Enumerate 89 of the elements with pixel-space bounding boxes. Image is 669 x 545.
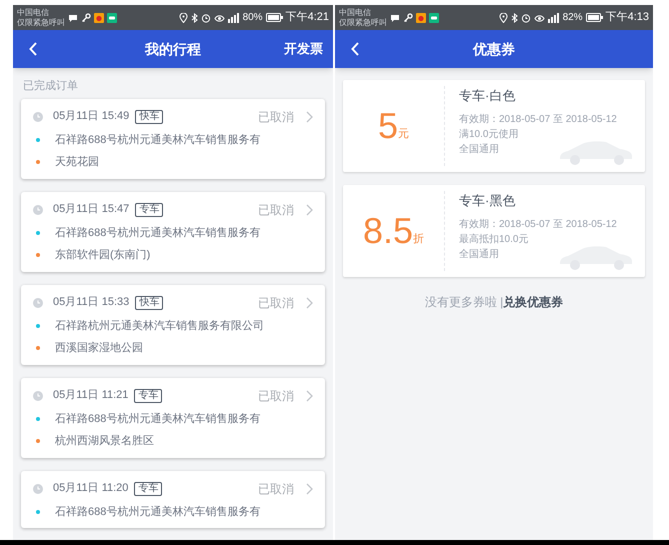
carrier-note: 仅限紧急呼叫 [17, 18, 65, 28]
chevron-right-icon [306, 296, 313, 308]
service-tag: 专车 [134, 388, 162, 402]
key-icon [403, 12, 413, 22]
coupon-amount: 8.5 [362, 213, 414, 249]
clock-icon [33, 112, 43, 122]
coupon-condition: 满10.0元使用 [459, 128, 520, 142]
coupon-card[interactable]: 8.5折 专车·黑色 有效期：2018-05-07 至 2018-05-12 最高抵扣10.0元 全国通用 [343, 185, 645, 277]
battery-icon [266, 13, 283, 22]
app-icon [416, 12, 426, 22]
coupon-scope: 全国通用 [459, 142, 500, 156]
service-tag: 专车 [135, 202, 164, 216]
order-card[interactable]: 05月11日 11:21 专车 已取消 石祥路688号杭州元通美林汽车销售服务有 杭州西湖风景名胜区 [21, 378, 325, 458]
order-card[interactable]: 05月11日 15:49 快车 已取消 石祥路688号杭州元通美林汽车销售服务有 天苑花园 [21, 98, 325, 178]
coupon-amount: 5 [378, 108, 398, 144]
coupon-unit: 元 [398, 126, 410, 142]
eye-icon [534, 12, 545, 22]
bluetooth-icon [510, 12, 518, 22]
order-status: 已取消 [258, 202, 294, 218]
coupon-validity: 有效期：2018-05-07 至 2018-05-12 [459, 112, 618, 126]
chevron-right-icon [306, 390, 313, 402]
order-time: 05月11日 11:21 [53, 388, 128, 404]
app-icon [429, 12, 439, 22]
chevron-right-icon [306, 204, 313, 216]
dropoff-address: 西溪国家湿地公园 [55, 340, 143, 356]
signal-icon [548, 12, 560, 22]
order-card[interactable]: 05月11日 15:47 专车 已取消 石祥路688号杭州元通美林汽车销售服务有 东部软件园(东南门) [21, 192, 325, 272]
dropoff-address: 天苑花园 [55, 155, 99, 170]
coupon-validity: 有效期：2018-05-07 至 2018-05-12 [459, 218, 618, 232]
invoice-button[interactable]: 开发票 [284, 39, 323, 59]
carrier-name: 中国电信 [17, 8, 50, 18]
clock-icon [33, 204, 43, 214]
alarm-icon [520, 12, 531, 22]
order-card[interactable]: 05月11日 11:20 专车 已取消 石祥路688号杭州元通美林汽车销售服务有 [21, 470, 325, 528]
back-icon [351, 42, 359, 56]
battery-icon [586, 13, 603, 22]
coupon-condition: 最高抵扣10.0元 [459, 232, 530, 246]
page-title: 优惠券 [473, 40, 515, 58]
message-icon [68, 12, 78, 22]
app-icon [94, 12, 104, 22]
order-time: 05月11日 15:47 [53, 202, 130, 218]
order-status: 已取消 [258, 108, 294, 126]
battery-percent: 80% [242, 11, 263, 25]
coupon-scope: 全国通用 [459, 248, 500, 262]
clock-icon [33, 298, 43, 308]
order-status: 已取消 [258, 388, 294, 404]
order-time: 05月11日 15:49 [53, 109, 130, 124]
redeem-coupon-link[interactable]: 兑换优惠券 [503, 293, 564, 311]
order-time: 05月11日 11:20 [53, 481, 128, 496]
clock-icon [33, 484, 43, 494]
pickup-address: 石祥路688号杭州元通美林汽车销售服务有 [55, 504, 260, 520]
status-time: 下午4:21 [286, 10, 329, 26]
order-status: 已取消 [258, 294, 294, 312]
service-tag: 专车 [134, 482, 162, 496]
alarm-icon [200, 12, 211, 22]
dropoff-address: 杭州西湖风景名胜区 [55, 434, 154, 449]
pickup-address: 石祥路688号杭州元通美林汽车销售服务有 [55, 412, 260, 426]
pickup-address: 石祥路杭州元通美林汽车销售服务有限公司 [55, 318, 264, 334]
status-time: 下午4:13 [606, 10, 649, 26]
chevron-right-icon [306, 110, 313, 122]
location-icon [178, 12, 188, 22]
page-title: 我的行程 [145, 40, 201, 58]
carrier-name: 中国电信 [339, 8, 372, 18]
message-icon [390, 12, 400, 22]
eye-icon [214, 12, 225, 22]
order-time: 05月11日 15:33 [53, 295, 130, 310]
signal-icon [228, 12, 240, 22]
service-tag: 快车 [135, 296, 164, 310]
carrier-note: 仅限紧急呼叫 [339, 18, 387, 28]
section-label: 已完成订单 [22, 78, 79, 94]
coupon-name: 专车·白色 [459, 87, 516, 105]
pickup-address: 石祥路688号杭州元通美林汽车销售服务有 [55, 226, 260, 240]
coupon-unit: 折 [413, 232, 424, 246]
dropoff-address: 东部软件园(东南门) [55, 248, 150, 263]
coupon-name: 专车·黑色 [459, 192, 516, 210]
chevron-right-icon [306, 482, 313, 494]
order-card[interactable]: 05月11日 15:33 快车 已取消 石祥路杭州元通美林汽车销售服务有限公司 西溪国家湿地公园 [21, 284, 325, 364]
coupon-card[interactable]: 5元 专车·白色 有效期：2018-05-07 至 2018-05-12 满10.0元使用 全国通用 [343, 80, 645, 172]
back-icon [29, 42, 37, 56]
no-more-coupons-text: 没有更多券啦 | [424, 294, 504, 311]
key-icon [81, 12, 91, 22]
bluetooth-icon [190, 12, 198, 22]
pickup-address: 石祥路688号杭州元通美林汽车销售服务有 [55, 132, 260, 148]
battery-percent: 82% [562, 11, 583, 25]
order-status: 已取消 [258, 480, 294, 498]
app-icon [107, 12, 117, 22]
clock-icon [33, 390, 43, 400]
location-icon [498, 12, 508, 22]
service-tag: 快车 [135, 110, 164, 124]
